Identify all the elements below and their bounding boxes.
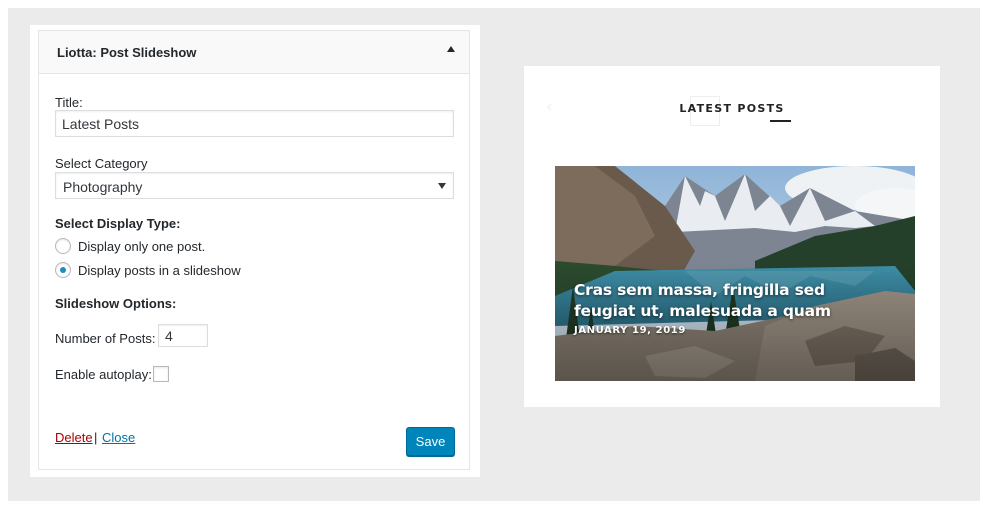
link-separator: | (94, 430, 98, 445)
radio-single-label: Display only one post. (78, 239, 206, 254)
num-posts-input[interactable] (158, 324, 208, 347)
close-link[interactable]: Close (102, 430, 135, 445)
preview-panel: ‹ LATEST POSTS Cras sem massa, fringilla… (524, 66, 940, 407)
radio-slideshow-label: Display posts in a slideshow (78, 263, 241, 278)
collapse-arrow-icon[interactable] (447, 46, 455, 52)
slide-item[interactable]: Cras sem massa, fringilla sed feugiat ut… (555, 166, 915, 381)
save-button[interactable]: Save (406, 427, 455, 456)
widget-title: Liotta: Post Slideshow (57, 45, 197, 60)
canvas-background: Liotta: Post Slideshow Title: Select Cat… (8, 8, 980, 501)
widget-panel: Liotta: Post Slideshow Title: Select Cat… (38, 30, 470, 470)
section-title: LATEST POSTS (679, 102, 785, 115)
display-type-label: Select Display Type: (55, 216, 181, 231)
title-input[interactable] (55, 110, 454, 137)
category-select-value: Photography (63, 179, 143, 195)
category-select[interactable]: Photography (55, 172, 454, 199)
slideshow-options-label: Slideshow Options: (55, 296, 177, 311)
slide-date: JANUARY 19, 2019 (574, 325, 686, 336)
slide-photo (555, 166, 915, 381)
caret-down-icon (438, 183, 446, 189)
radio-button-single[interactable] (55, 238, 71, 254)
radio-button-slideshow[interactable] (55, 262, 71, 278)
slide-title[interactable]: Cras sem massa, fringilla sed feugiat ut… (574, 280, 834, 322)
widget-container: Liotta: Post Slideshow Title: Select Cat… (30, 25, 480, 477)
autoplay-checkbox[interactable] (153, 366, 169, 382)
category-label: Select Category (55, 156, 148, 171)
delete-link[interactable]: Delete (55, 430, 93, 445)
autoplay-label: Enable autoplay: (55, 367, 152, 382)
slide-caption: Cras sem massa, fringilla sed feugiat ut… (574, 280, 834, 336)
num-posts-label: Number of Posts: (55, 331, 156, 346)
title-label: Title: (55, 95, 83, 110)
title-underline (770, 120, 791, 122)
widget-header[interactable]: Liotta: Post Slideshow (39, 31, 469, 74)
